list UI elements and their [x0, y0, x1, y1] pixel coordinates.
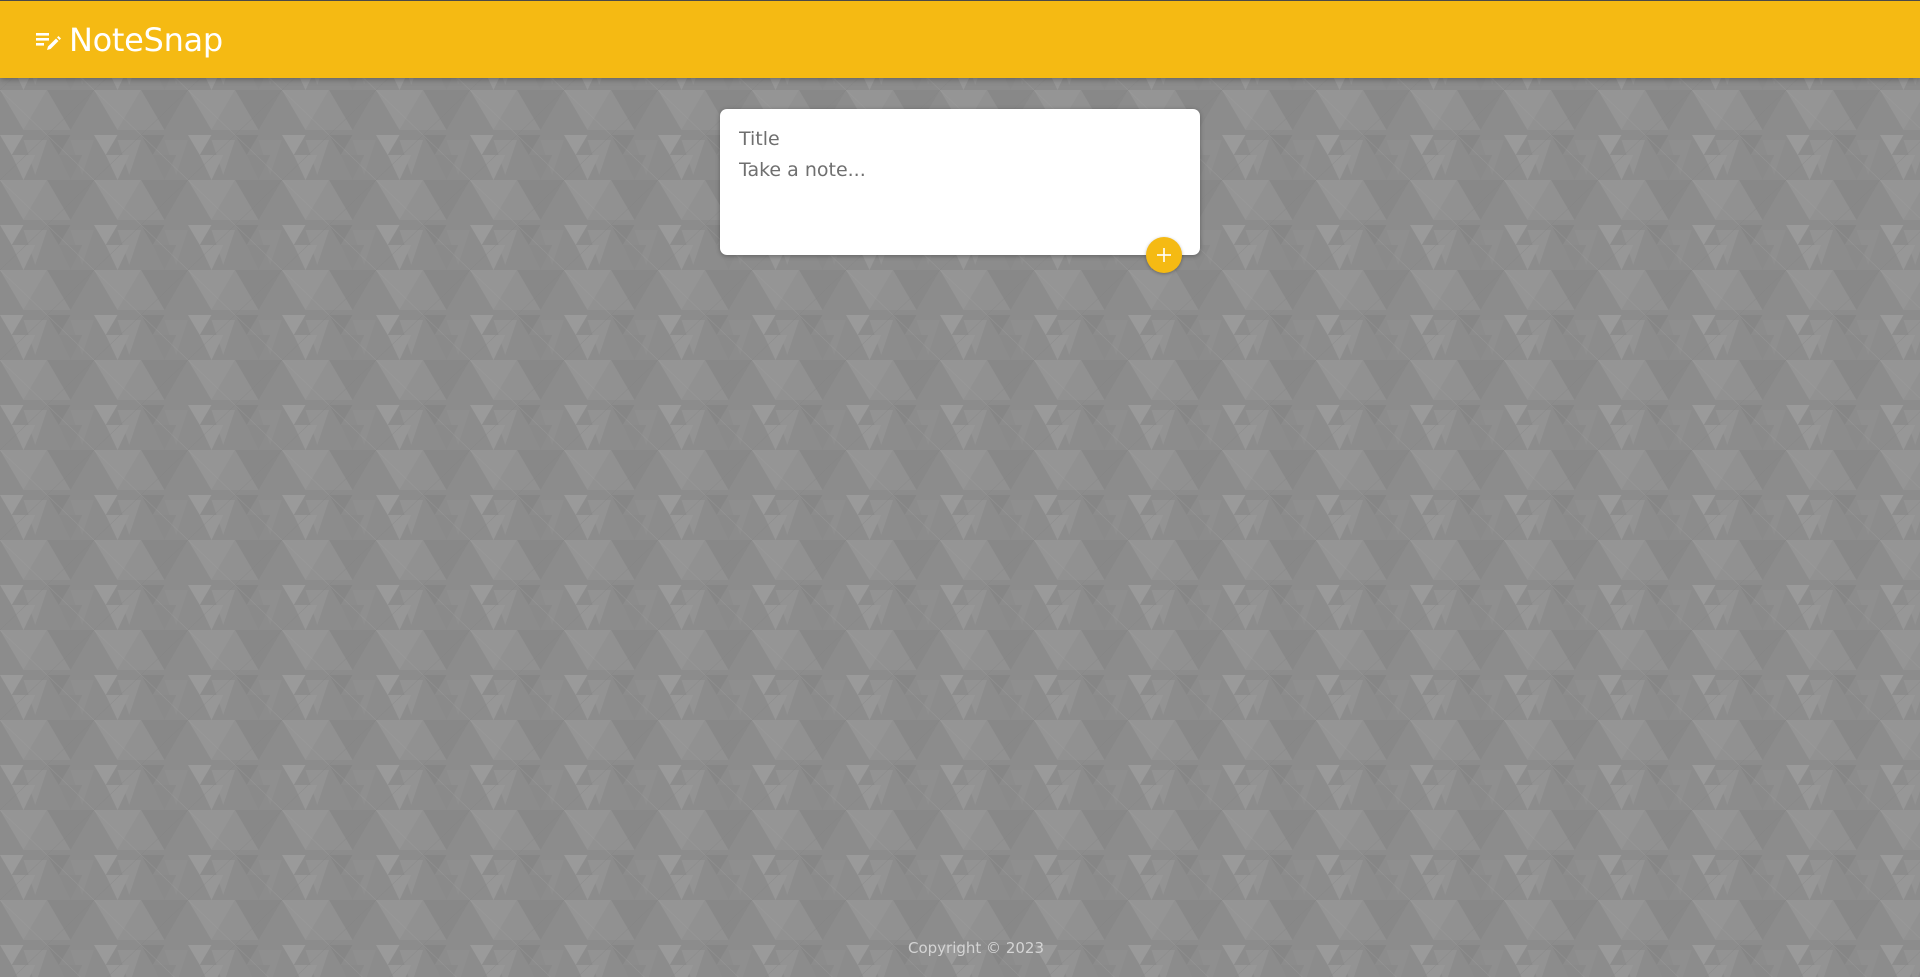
note-title-input[interactable] — [739, 127, 1181, 151]
add-note-button[interactable] — [1146, 237, 1182, 273]
app-title: NoteSnap — [69, 20, 223, 59]
plus-icon — [1157, 248, 1171, 262]
note-content-textarea[interactable] — [739, 159, 1181, 229]
app-header: NoteSnap — [0, 0, 1920, 78]
edit-note-icon — [36, 32, 61, 50]
page-footer: Copyright © 2023 — [0, 939, 1920, 957]
copyright-text: Copyright © 2023 — [907, 939, 1044, 957]
create-note-form — [720, 109, 1200, 255]
